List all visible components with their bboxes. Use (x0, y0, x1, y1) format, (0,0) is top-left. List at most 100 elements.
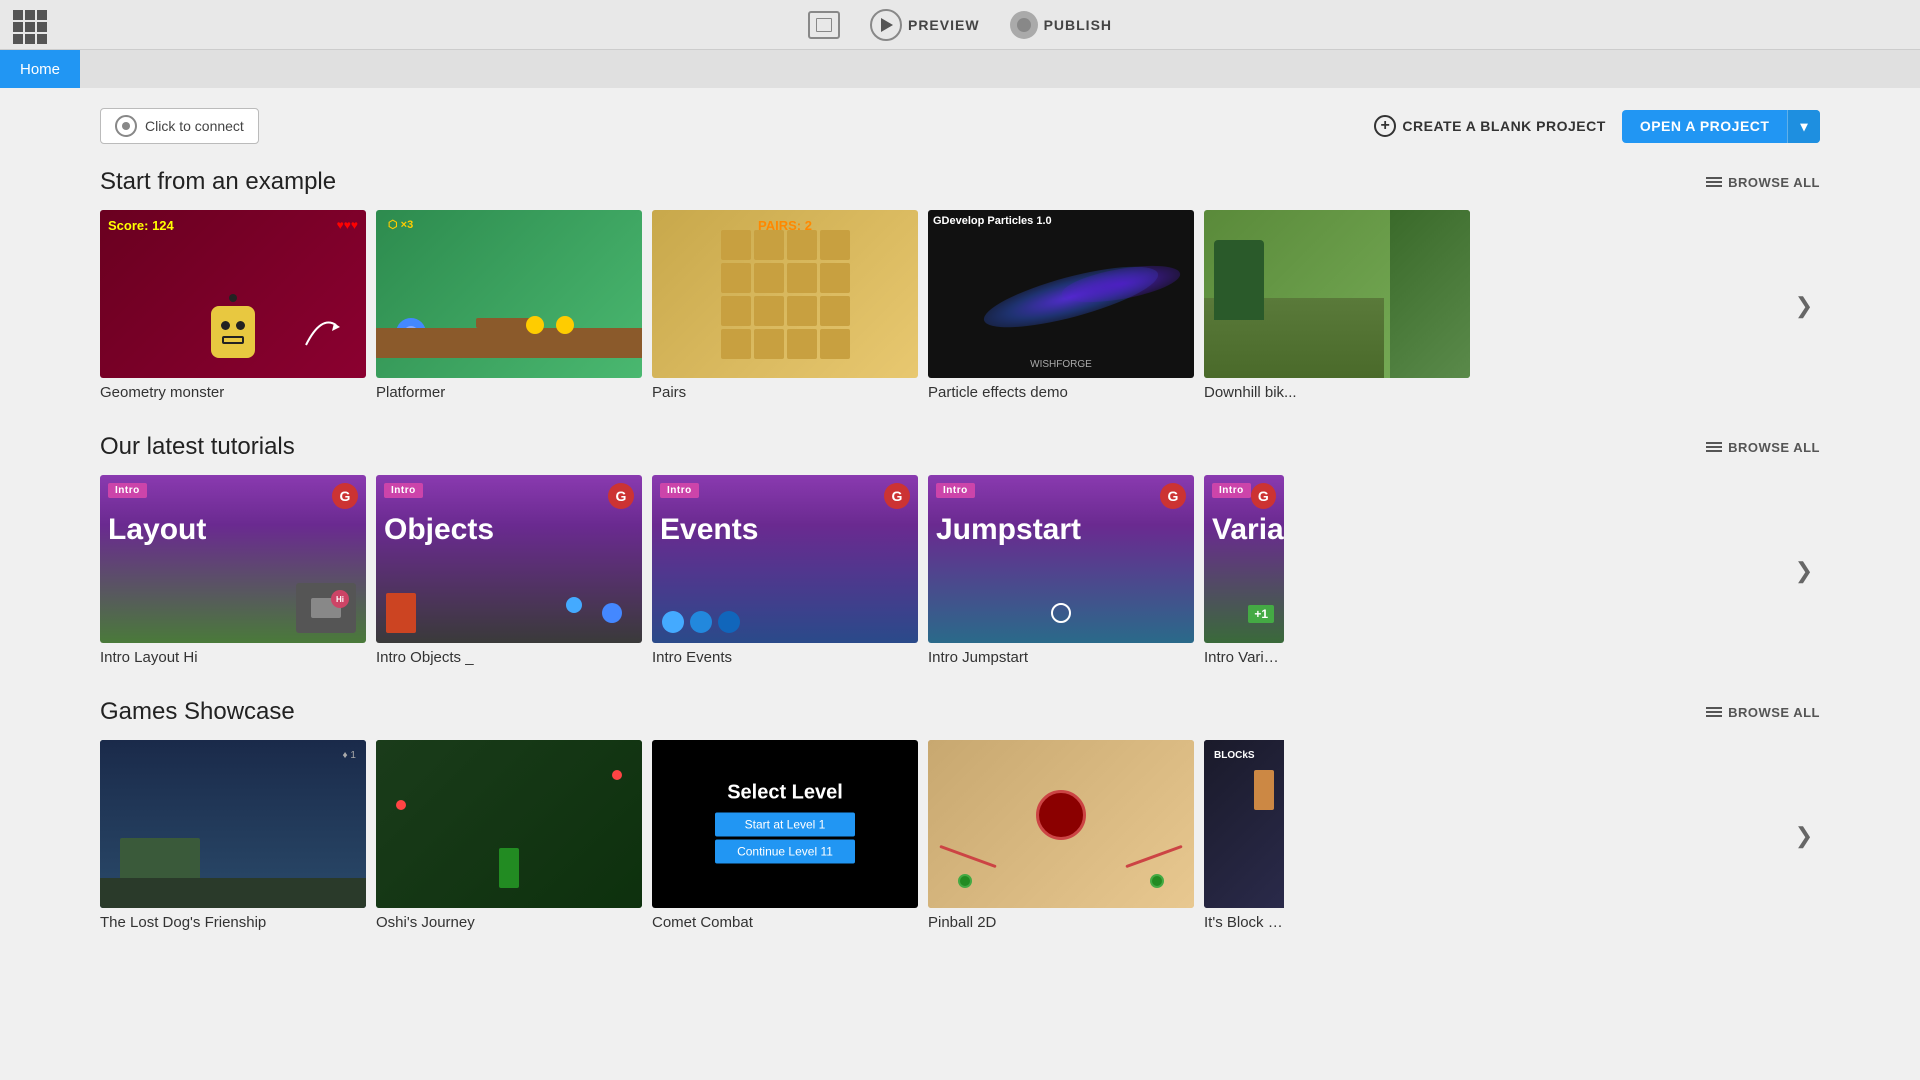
tutorials-browse-all-button[interactable]: BROWSE ALL (1706, 440, 1820, 455)
card-label: Pairs (652, 384, 918, 401)
card-label: It's Block Ma... (1204, 914, 1284, 931)
card-thumbnail: Intro G Events (652, 475, 918, 643)
showcase-next-button[interactable]: ❯ (1788, 820, 1820, 852)
list-item[interactable]: Pinball 2D (928, 740, 1194, 931)
list-item[interactable]: BLOCkS It's Block Ma... (1204, 740, 1284, 931)
card-thumbnail: Intro G Objects (376, 475, 642, 643)
thumb-content: PAIRS: 2 (652, 210, 918, 378)
card-label: Intro Variab... (1204, 649, 1284, 666)
showcase-cards-container: ♦ 1 The Lost Dog's Frienship (100, 740, 1788, 931)
tut-card-layout: Intro G Layout Hi (100, 475, 366, 643)
card-label: Intro Objects _ (376, 649, 642, 666)
tutorials-title: Our latest tutorials (100, 433, 295, 461)
showcase-title: Games Showcase (100, 698, 295, 726)
card-label: Geometry monster (100, 384, 366, 401)
list-item[interactable]: Downhill bik... (1204, 210, 1470, 401)
card-label: Downhill bik... (1204, 384, 1470, 401)
card-thumbnail: PAIRS: 2 (652, 210, 918, 378)
connect-label: Click to connect (145, 118, 244, 134)
tutorials-header: Our latest tutorials BROWSE ALL (100, 433, 1820, 461)
top-bar-left (10, 7, 46, 43)
card-label: Platformer (376, 384, 642, 401)
connect-icon (115, 115, 137, 137)
action-right: + CREATE A BLANK PROJECT OPEN A PROJECT … (1374, 110, 1820, 143)
geo-hearts: ♥♥♥ (337, 218, 358, 232)
open-project-dropdown-arrow[interactable]: ▾ (1787, 110, 1820, 143)
tutorials-cards-row: Intro G Layout Hi Intro Layout Hi (100, 475, 1820, 666)
tut-card-layout: Intro G Objects (376, 475, 642, 643)
preview-button[interactable]: PREVIEW (870, 9, 980, 41)
card-thumbnail (1204, 210, 1470, 378)
card-label: The Lost Dog's Frienship (100, 914, 366, 931)
list-item[interactable]: Intro G Events Intro Events (652, 475, 918, 666)
pairs-grid (721, 230, 850, 359)
list-item[interactable]: Score: 124 ♥♥♥ (100, 210, 366, 401)
list-item[interactable]: Intro G Jumpstart Intro Jumpstart (928, 475, 1194, 666)
select-btn-1: Start at Level 1 (715, 813, 855, 837)
list-item[interactable]: PAIRS: 2 Pairs (652, 210, 918, 401)
home-nav-item[interactable]: Home (0, 50, 80, 88)
examples-section: Start from an example BROWSE ALL Score: … (100, 168, 1820, 401)
showcase-header: Games Showcase BROWSE ALL (100, 698, 1820, 726)
publish-label: PUBLISH (1044, 17, 1112, 33)
list-icon (1706, 707, 1722, 717)
thumb-content: BLOCkS (1204, 740, 1284, 908)
card-thumbnail: GDevelop Particles 1.0 WISHFORGE (928, 210, 1194, 378)
card-thumbnail: Score: 124 ♥♥♥ (100, 210, 366, 378)
create-blank-label: CREATE A BLANK PROJECT (1402, 118, 1605, 134)
list-icon (1706, 442, 1722, 452)
list-item[interactable]: Intro G Objects Intro Objects _ (376, 475, 642, 666)
list-item[interactable]: Oshi's Journey (376, 740, 642, 931)
thumb-content (928, 740, 1194, 908)
card-label: Comet Combat (652, 914, 918, 931)
card-thumbnail: Intro G Layout Hi (100, 475, 366, 643)
create-blank-button[interactable]: + CREATE A BLANK PROJECT (1374, 115, 1605, 137)
card-label: Intro Events (652, 649, 918, 666)
play-icon (870, 9, 902, 41)
list-item[interactable]: ♦ 1 The Lost Dog's Frienship (100, 740, 366, 931)
examples-browse-all-button[interactable]: BROWSE ALL (1706, 175, 1820, 190)
list-item[interactable]: ⬡ ×3 Platformer (376, 210, 642, 401)
list-item[interactable]: Select Level Start at Level 1 Continue L… (652, 740, 918, 931)
particle-glow: GDevelop Particles 1.0 WISHFORGE (928, 210, 1194, 378)
card-label: Intro Jumpstart (928, 649, 1194, 666)
examples-next-button[interactable]: ❯ (1788, 290, 1820, 322)
plus-icon: + (1374, 115, 1396, 137)
showcase-browse-all-button[interactable]: BROWSE ALL (1706, 705, 1820, 720)
publish-button[interactable]: PUBLISH (1010, 11, 1112, 39)
examples-cards-row: Score: 124 ♥♥♥ (100, 210, 1820, 401)
menu-icon[interactable] (10, 7, 46, 43)
tut-card-layout: Intro G Variab... +1 (1204, 475, 1284, 643)
select-btn-2: Continue Level 11 (715, 840, 855, 864)
tut-card-layout: Intro G Jumpstart (928, 475, 1194, 643)
open-project-button[interactable]: OPEN A PROJECT ▾ (1622, 110, 1820, 143)
connect-button[interactable]: Click to connect (100, 108, 259, 144)
card-thumbnail (376, 740, 642, 908)
thumb-content: Select Level Start at Level 1 Continue L… (652, 740, 918, 908)
card-label: Oshi's Journey (376, 914, 642, 931)
card-label: Particle effects demo (928, 384, 1194, 401)
list-item[interactable]: GDevelop Particles 1.0 WISHFORGE Particl… (928, 210, 1194, 401)
showcase-select: Select Level Start at Level 1 Continue L… (715, 782, 855, 867)
select-title: Select Level (715, 782, 855, 805)
card-label: Pinball 2D (928, 914, 1194, 931)
card-thumbnail: Select Level Start at Level 1 Continue L… (652, 740, 918, 908)
card-label: Intro Layout Hi (100, 649, 366, 666)
card-thumbnail: Intro G Variab... +1 (1204, 475, 1284, 643)
card-thumbnail: BLOCkS (1204, 740, 1284, 908)
home-nav-label: Home (20, 61, 60, 78)
list-item[interactable]: Intro G Layout Hi Intro Layout Hi (100, 475, 366, 666)
showcase-cards-row: ♦ 1 The Lost Dog's Frienship (100, 740, 1820, 931)
nav-bar: Home (0, 50, 1920, 88)
list-item[interactable]: Intro G Variab... +1 Intro Variab... (1204, 475, 1284, 666)
main-content: Click to connect + CREATE A BLANK PROJEC… (0, 88, 1920, 1080)
chip-button[interactable] (808, 11, 840, 39)
showcase-section: Games Showcase BROWSE ALL ♦ 1 (100, 698, 1820, 931)
open-project-label: OPEN A PROJECT (1622, 110, 1788, 142)
tutorials-next-button[interactable]: ❯ (1788, 555, 1820, 587)
list-icon (1706, 177, 1722, 187)
thumb-content: ♦ 1 (100, 740, 366, 908)
tutorials-section: Our latest tutorials BROWSE ALL Intro G (100, 433, 1820, 666)
thumb-content (376, 740, 642, 908)
toolbar: PREVIEW PUBLISH (808, 9, 1112, 41)
